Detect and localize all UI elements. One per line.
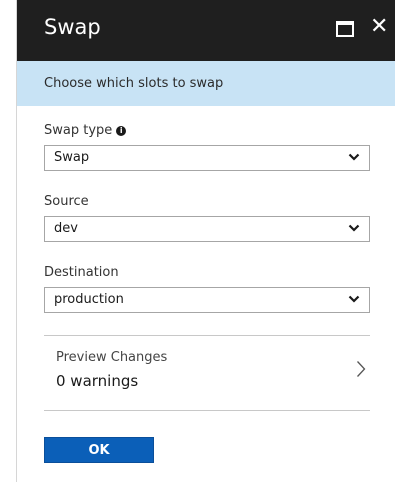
warnings-count: 0 warnings <box>56 372 139 390</box>
preview-changes-label: Preview Changes <box>56 350 168 365</box>
chevron-down-icon <box>348 295 360 303</box>
chevron-right-icon <box>357 361 366 377</box>
panel-title: Swap <box>44 15 101 39</box>
banner-text: Choose which slots to swap <box>44 76 224 91</box>
maximize-icon[interactable] <box>336 21 354 37</box>
swap-type-select[interactable]: Swap <box>44 145 370 171</box>
source-select[interactable]: dev <box>44 216 370 242</box>
info-icon[interactable]: i <box>116 126 127 136</box>
swap-type-label-text: Swap type <box>44 123 113 138</box>
preview-changes-row[interactable]: Preview Changes 0 warnings <box>44 336 370 409</box>
swap-type-label: Swap type i <box>44 123 127 139</box>
destination-label: Destination <box>44 265 119 280</box>
ok-button[interactable]: OK <box>44 437 154 463</box>
chevron-down-icon <box>348 153 360 161</box>
close-icon[interactable]: ✕ <box>370 15 388 39</box>
destination-select[interactable]: production <box>44 287 370 313</box>
swap-type-value: Swap <box>54 150 90 165</box>
chevron-down-icon <box>348 224 360 232</box>
divider <box>44 410 370 411</box>
source-value: dev <box>54 221 78 236</box>
swap-panel: Swap ✕ Choose which slots to swap Swap t… <box>16 0 395 482</box>
panel-header: Swap ✕ <box>17 0 395 61</box>
info-banner: Choose which slots to swap <box>17 61 395 106</box>
destination-value: production <box>54 292 124 307</box>
source-label: Source <box>44 194 89 209</box>
